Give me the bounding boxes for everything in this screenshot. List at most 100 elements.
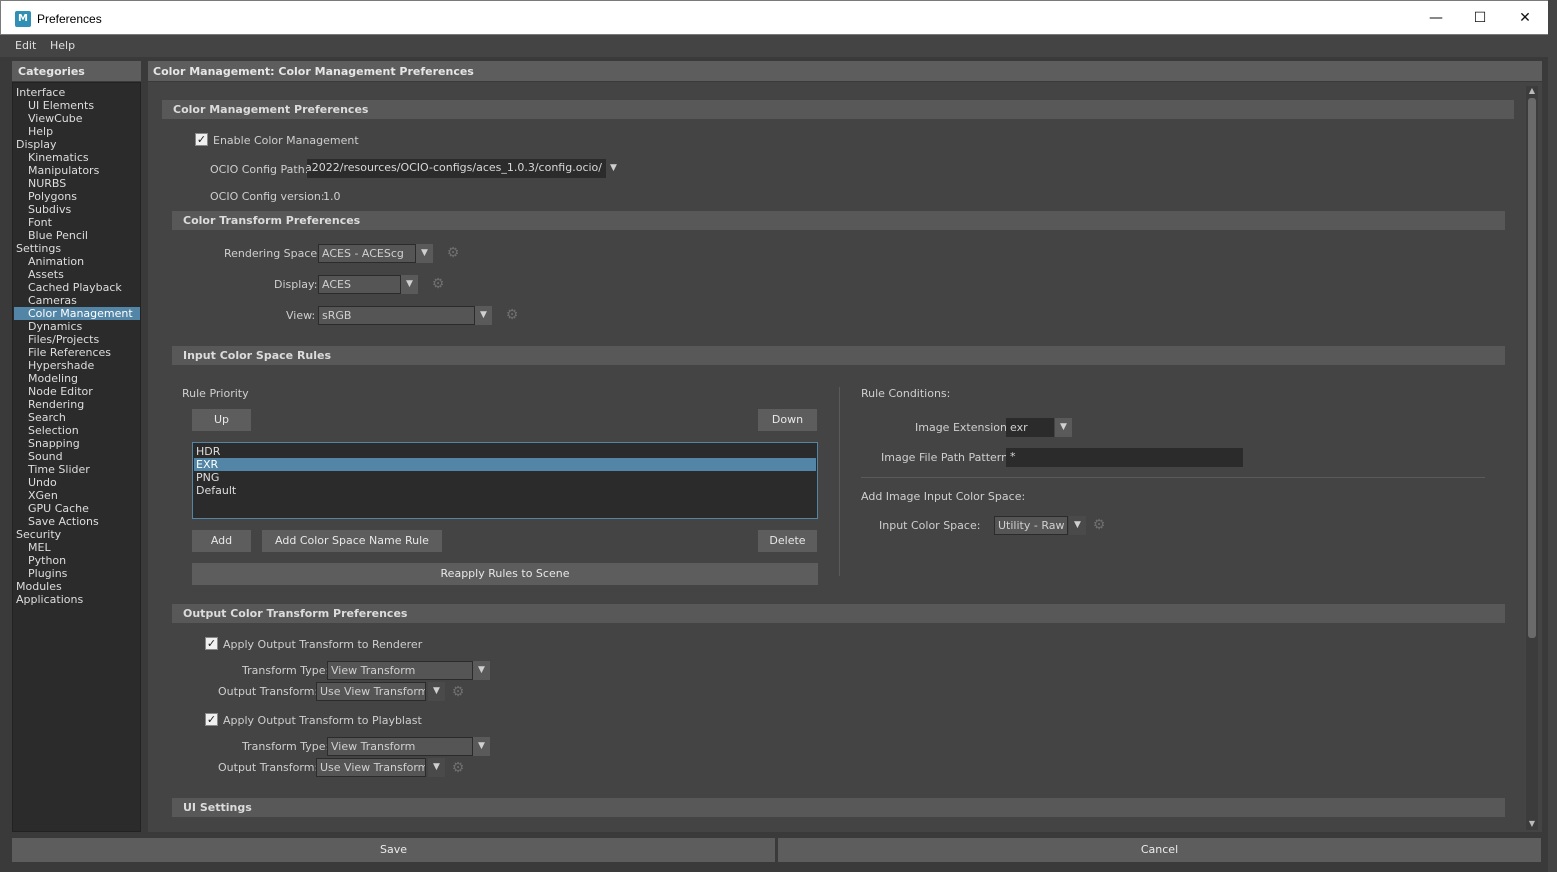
chevron-down-icon[interactable]: ▼ [475,306,492,325]
path-pattern-field[interactable]: * [1006,448,1243,467]
chevron-down-icon[interactable]: ▼ [1055,418,1072,437]
category-item[interactable]: Assets [14,268,140,281]
category-item[interactable]: Modeling [14,372,140,385]
input-cs-dropdown[interactable]: Utility - Raw [994,516,1068,535]
scroll-down-icon[interactable]: ▼ [1526,819,1538,829]
category-item[interactable]: Plugins [14,567,140,580]
gear-icon[interactable]: ⚙ [446,246,460,260]
menu-help[interactable]: Help [50,39,75,52]
view-dropdown[interactable]: sRGB [318,306,475,325]
category-item[interactable]: Cameras [14,294,140,307]
category-item[interactable]: File References [14,346,140,359]
category-item[interactable]: MEL [14,541,140,554]
category-item[interactable]: Python [14,554,140,567]
category-item[interactable]: Search [14,411,140,424]
delete-rule-button[interactable]: Delete [758,530,817,552]
category-item[interactable]: Node Editor [14,385,140,398]
category-item[interactable]: NURBS [14,177,140,190]
section-ui-settings[interactable]: UI Settings [172,798,1505,817]
rule-priority-list[interactable]: HDR EXR PNG Default [192,442,818,519]
chevron-down-icon[interactable]: ▼ [473,737,490,756]
chevron-down-icon[interactable]: ▼ [428,758,445,777]
chevron-down-icon[interactable]: ▼ [1069,516,1086,535]
display-dropdown[interactable]: ACES [318,275,401,294]
scroll-thumb[interactable] [1528,98,1536,638]
chevron-down-icon[interactable]: ▼ [401,275,418,294]
rule-item[interactable]: EXR [194,458,816,471]
chevron-down-icon[interactable]: ▼ [416,244,433,263]
category-item[interactable]: Dynamics [14,320,140,333]
gear-icon[interactable]: ⚙ [505,308,519,322]
main-scrollbar[interactable]: ▲ ▼ [1526,86,1538,830]
category-item[interactable]: Help [14,125,140,138]
chevron-down-icon[interactable]: ▼ [473,661,490,680]
playblast-output-checkbox[interactable]: ✓ [205,713,218,726]
category-item[interactable]: Display [14,138,140,151]
category-item[interactable]: Manipulators [14,164,140,177]
add-color-space-name-rule-button[interactable]: Add Color Space Name Rule [262,530,442,552]
reapply-rules-button[interactable]: Reapply Rules to Scene [192,563,818,585]
rule-item[interactable]: PNG [194,471,816,484]
save-button[interactable]: Save [12,838,775,862]
cancel-button[interactable]: Cancel [778,838,1541,862]
category-item[interactable]: Save Actions [14,515,140,528]
transform-type-dropdown[interactable]: View Transform [327,661,473,680]
category-item[interactable]: Font [14,216,140,229]
category-item[interactable]: Undo [14,476,140,489]
gear-icon[interactable]: ⚙ [451,685,465,699]
category-item[interactable]: GPU Cache [14,502,140,515]
category-item[interactable]: Blue Pencil [14,229,140,242]
renderer-output-checkbox[interactable]: ✓ [205,637,218,650]
image-extension-dropdown[interactable]: exr [1006,418,1054,437]
category-item[interactable]: Time Slider [14,463,140,476]
category-item[interactable]: Cached Playback [14,281,140,294]
down-button[interactable]: Down [758,409,817,431]
section-cm-prefs[interactable]: Color Management Preferences [162,100,1514,119]
gear-icon[interactable]: ⚙ [1092,518,1106,532]
category-item[interactable]: Files/Projects [14,333,140,346]
section-transform-prefs[interactable]: Color Transform Preferences [172,211,1505,230]
category-item[interactable]: Applications [14,593,140,606]
ocio-path-field[interactable]: /Maya2022/resources/OCIO-configs/aces_1.… [307,159,606,178]
category-item[interactable]: Rendering [14,398,140,411]
category-item[interactable]: Subdivs [14,203,140,216]
minimize-icon[interactable]: — [1413,1,1459,35]
category-item[interactable]: Sound [14,450,140,463]
category-item[interactable]: Polygons [14,190,140,203]
enable-cm-checkbox[interactable]: ✓ [195,133,208,146]
rule-item[interactable]: HDR [194,445,816,458]
category-item[interactable]: UI Elements [14,99,140,112]
rule-item[interactable]: Default [194,484,816,497]
category-item[interactable]: Security [14,528,140,541]
main-header: Color Management: Color Management Prefe… [148,61,1542,81]
categories-list[interactable]: Interface UI Elements ViewCube Help Display K… [12,82,141,832]
gear-icon[interactable]: ⚙ [431,277,445,291]
ocio-path-dropdown-icon[interactable]: ▼ [610,163,617,173]
up-button[interactable]: Up [192,409,251,431]
category-item[interactable]: ViewCube [14,112,140,125]
pb-output-transform-dropdown[interactable]: Use View Transform [316,758,426,777]
section-output-prefs[interactable]: Output Color Transform Preferences [172,604,1505,623]
category-item[interactable]: XGen [14,489,140,502]
category-item[interactable]: Snapping [14,437,140,450]
output-transform-dropdown[interactable]: Use View Transform [316,682,426,701]
maximize-icon[interactable]: ☐ [1457,1,1503,35]
category-item[interactable]: Settings [14,242,140,255]
category-item[interactable]: Interface [14,86,140,99]
category-item[interactable]: Selection [14,424,140,437]
section-input-rules[interactable]: Input Color Space Rules [172,346,1505,365]
add-rule-button[interactable]: Add [192,530,251,552]
gear-icon[interactable]: ⚙ [451,761,465,775]
category-item[interactable]: Color Management [14,307,140,320]
scroll-up-icon[interactable]: ▲ [1526,86,1538,96]
close-icon[interactable]: ✕ [1502,1,1548,35]
rendering-space-dropdown[interactable]: ACES - ACEScg [318,244,416,263]
pb-transform-type-dropdown[interactable]: View Transform [327,737,473,756]
category-item[interactable]: Hypershade [14,359,140,372]
chevron-down-icon[interactable]: ▼ [428,682,445,701]
category-item[interactable]: Animation [14,255,140,268]
category-item[interactable]: Modules [14,580,140,593]
menu-edit[interactable]: Edit [15,39,36,52]
category-item[interactable]: Kinematics [14,151,140,164]
view-label: View: [286,309,316,322]
